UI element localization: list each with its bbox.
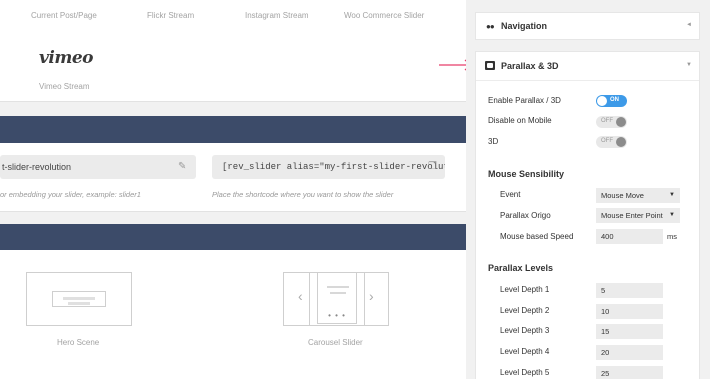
slider-alias-input[interactable]: t-slider-revolution	[0, 155, 196, 179]
toggle-state: OFF	[601, 138, 613, 144]
navigation-title: Navigation	[501, 21, 548, 31]
parallax-3d-panel: Parallax & 3D ▼ Enable Parallax / 3D ON …	[475, 51, 700, 379]
thumb-line	[63, 297, 95, 300]
level-depth-label: Level Depth 2	[500, 306, 550, 315]
thumb-line	[327, 286, 349, 288]
slider-type-current-post[interactable]: Current Post/Page	[31, 11, 97, 20]
hero-scene-thumbnail	[52, 291, 106, 307]
speed-unit: ms	[667, 232, 677, 241]
carousel-dots: • • •	[328, 311, 346, 320]
slider-type-flickr[interactable]: Flickr Stream	[147, 11, 194, 20]
thumb-line	[330, 292, 346, 294]
toggle-state: OFF	[601, 118, 613, 124]
mouse-speed-label: Mouse based Speed	[500, 232, 574, 241]
toggle-knob	[616, 117, 626, 127]
parallax-title: Parallax & 3D	[501, 61, 559, 71]
slider-type-woocommerce[interactable]: Woo Commerce Slider	[344, 11, 424, 20]
mouse-sensibility-title: Mouse Sensibility	[488, 169, 565, 179]
slider-type-vimeo[interactable]: Vimeo Stream	[39, 82, 90, 91]
vimeo-logo[interactable]: vimeo	[39, 48, 93, 68]
navigation-dots-icon: ●●	[486, 22, 495, 31]
carousel-slider-option[interactable]: ‹ • • • ›	[283, 272, 389, 326]
slider-title-alias-section: t-slider-revolution ✎ or embedding your …	[0, 143, 466, 212]
parallax-origo-select[interactable]: Mouse Enter Point ▼	[596, 208, 680, 223]
carousel-thumbnail: • • •	[317, 272, 357, 324]
pencil-icon[interactable]: ✎	[178, 161, 186, 172]
image-icon	[485, 61, 495, 70]
event-select[interactable]: Mouse Move ▼	[596, 188, 680, 203]
caret-down-icon: ▼	[669, 192, 675, 198]
section-header-bar	[0, 116, 466, 143]
enable-parallax-toggle[interactable]: ON	[596, 95, 627, 107]
alias-hint: or embedding your slider, example: slide…	[0, 190, 141, 199]
divider	[364, 273, 365, 325]
level-depth-label: Level Depth 3	[500, 326, 550, 335]
enable-parallax-label: Enable Parallax / 3D	[488, 96, 561, 105]
navigation-panel-header[interactable]: ●● Navigation ◄	[475, 12, 700, 40]
disable-mobile-label: Disable on Mobile	[488, 116, 552, 125]
level-depth-input[interactable]: 10	[596, 304, 663, 319]
level-depth-input[interactable]: 15	[596, 324, 663, 339]
caret-down-icon: ▼	[669, 212, 675, 218]
carousel-slider-label: Carousel Slider	[308, 338, 363, 347]
section-header-bar	[0, 224, 466, 250]
parallax-origo-label: Parallax Origo	[500, 211, 551, 220]
parallax-levels-title: Parallax Levels	[488, 263, 554, 273]
disable-mobile-toggle[interactable]: OFF	[596, 116, 627, 128]
slider-type-instagram[interactable]: Instagram Stream	[245, 11, 309, 20]
level-depth-input[interactable]: 20	[596, 345, 663, 360]
parallax-panel-header[interactable]: Parallax & 3D ▼	[476, 52, 699, 81]
chevron-left-icon: ‹	[298, 288, 303, 304]
mouse-speed-input[interactable]: 400	[596, 229, 663, 244]
event-value: Mouse Move	[601, 191, 644, 200]
chevron-left-icon: ◄	[686, 22, 692, 28]
level-depth-label: Level Depth 1	[500, 285, 550, 294]
chevron-down-icon: ▼	[686, 62, 692, 68]
copy-icon[interactable]: ❐	[428, 161, 437, 172]
slider-layout-selector: Hero Scene ‹ • • • › Carousel Slider	[0, 250, 466, 379]
toggle-knob	[616, 137, 626, 147]
level-depth-input[interactable]: 25	[596, 366, 663, 379]
toggle-state: ON	[610, 97, 619, 103]
shortcode-hint: Place the shortcode where you want to sh…	[212, 190, 394, 199]
slider-settings-main: Current Post/Page Flickr Stream Instagra…	[0, 0, 473, 379]
shortcode-input[interactable]: [rev_slider alias="my-first-slider-revol…	[212, 155, 445, 179]
divider	[309, 273, 310, 325]
toggle-knob	[597, 96, 607, 106]
threed-label: 3D	[488, 137, 499, 146]
level-depth-label: Level Depth 5	[500, 368, 550, 377]
event-label: Event	[500, 190, 521, 199]
thumb-line	[68, 302, 90, 305]
threed-toggle[interactable]: OFF	[596, 136, 627, 148]
slider-type-selector: Current Post/Page Flickr Stream Instagra…	[0, 0, 466, 102]
hero-scene-label: Hero Scene	[57, 338, 100, 347]
settings-sidebar: ●● Navigation ◄ Parallax & 3D ▼ Enable P…	[466, 0, 710, 379]
level-depth-input[interactable]: 5	[596, 283, 663, 298]
parallax-origo-value: Mouse Enter Point	[601, 211, 663, 220]
chevron-right-icon: ›	[369, 288, 374, 304]
level-depth-label: Level Depth 4	[500, 347, 550, 356]
hero-scene-option[interactable]	[26, 272, 132, 326]
